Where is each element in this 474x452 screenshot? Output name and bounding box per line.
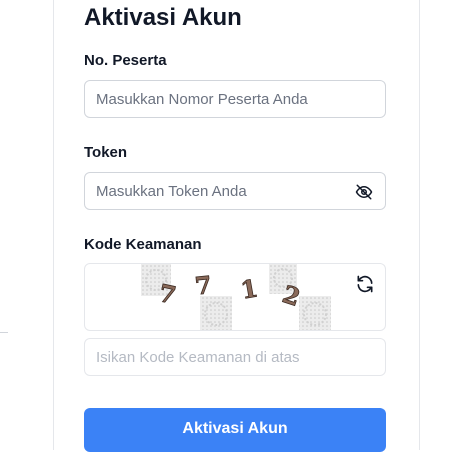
svg-text:1: 1 bbox=[238, 273, 259, 304]
page-title: Aktivasi Akun bbox=[84, 4, 242, 31]
token-input[interactable] bbox=[85, 173, 385, 209]
svg-text:7: 7 bbox=[193, 270, 213, 301]
token-label: Token bbox=[84, 144, 128, 161]
peserta-field[interactable] bbox=[84, 80, 386, 118]
refresh-icon[interactable] bbox=[355, 274, 375, 294]
captcha-input[interactable] bbox=[85, 339, 385, 375]
divider bbox=[0, 332, 8, 333]
submit-button[interactable]: Aktivasi Akun bbox=[84, 408, 386, 452]
peserta-input[interactable] bbox=[85, 81, 385, 117]
eye-slash-icon[interactable] bbox=[355, 183, 373, 201]
captcha-box: 7 7 1 2 bbox=[84, 263, 386, 331]
captcha-label: Kode Keamanan bbox=[84, 236, 202, 253]
captcha-field[interactable] bbox=[84, 338, 386, 376]
peserta-label: No. Peserta bbox=[84, 52, 167, 69]
token-field[interactable] bbox=[84, 172, 386, 210]
captcha-image: 7 7 1 2 bbox=[141, 264, 331, 330]
